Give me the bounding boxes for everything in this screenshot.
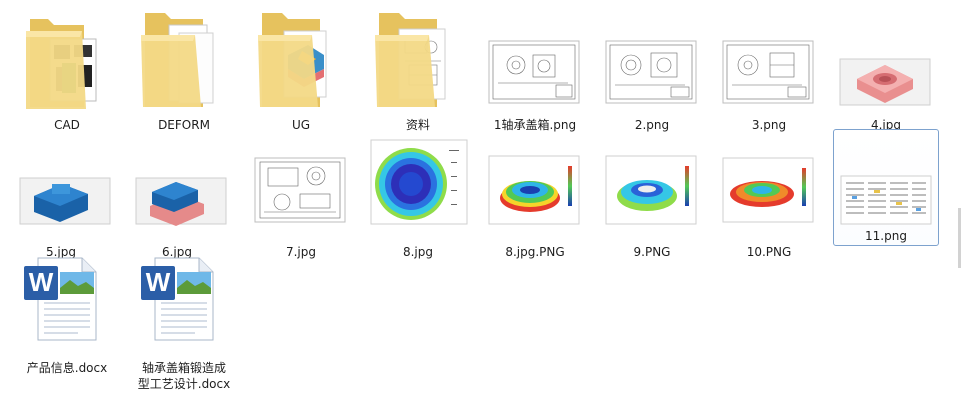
file-item-image-8[interactable]: 8.jpg	[361, 132, 475, 260]
image-thumbnail	[370, 139, 468, 225]
file-item-cad[interactable]: CAD	[10, 5, 124, 133]
file-item-word-1[interactable]: W 产品信息.docx	[10, 248, 124, 376]
file-item-image-3[interactable]: 3.png	[712, 5, 826, 133]
file-label: DEFORM	[158, 118, 210, 132]
file-item-image-6[interactable]: 6.jpg	[120, 132, 234, 260]
file-item-image-1[interactable]: 1轴承盖箱.png	[478, 5, 592, 133]
file-label: 8.jpg	[402, 245, 434, 259]
file-label: 3.png	[751, 118, 787, 132]
file-label: 1轴承盖箱.png	[493, 118, 577, 132]
file-label: 产品信息.docx	[26, 361, 108, 375]
file-item-ziliao[interactable]: 资料	[361, 5, 475, 133]
image-thumbnail	[254, 157, 346, 223]
file-item-image-4[interactable]: 4.jpg	[829, 5, 943, 133]
file-item-image-5[interactable]: 5.jpg	[4, 132, 118, 260]
file-label: 2.png	[634, 118, 670, 132]
image-thumbnail	[722, 157, 814, 223]
image-thumbnail	[135, 177, 227, 226]
file-item-ug[interactable]: UG	[244, 5, 358, 133]
image-thumbnail	[19, 177, 111, 225]
svg-text:W: W	[29, 267, 54, 297]
file-item-image-8png[interactable]: 8.jpg.PNG	[478, 132, 592, 260]
vertical-scrollbar[interactable]	[955, 0, 961, 415]
file-label: UG	[291, 118, 311, 132]
image-thumbnail	[605, 40, 697, 104]
folder-icon	[258, 13, 327, 107]
file-label-line-2: 型工艺设计.docx	[137, 377, 231, 391]
file-label: 8.jpg.PNG	[505, 245, 565, 259]
folder-icon	[141, 13, 214, 107]
image-thumbnail	[605, 155, 697, 225]
file-item-image-10[interactable]: 10.PNG	[712, 132, 826, 260]
file-label: 11.png	[865, 229, 907, 243]
file-label: 10.PNG	[746, 245, 792, 259]
file-item-image-2[interactable]: 2.png	[595, 5, 709, 133]
file-label: CAD	[54, 118, 80, 132]
word-document-icon: W	[24, 257, 97, 341]
svg-text:W: W	[146, 267, 171, 297]
image-thumbnail	[840, 175, 932, 225]
file-item-deform[interactable]: DEFORM	[127, 5, 241, 133]
word-document-icon: W	[141, 257, 214, 341]
image-thumbnail	[488, 40, 580, 104]
file-label: 资料	[405, 118, 430, 132]
image-thumbnail	[722, 40, 814, 104]
file-item-image-7[interactable]: 7.jpg	[244, 132, 358, 260]
file-label: 轴承盖箱锻造成 型工艺设计.docx	[127, 360, 241, 392]
file-item-image-11[interactable]: 11.png	[833, 129, 939, 246]
file-label-line-1: 轴承盖箱锻造成	[141, 361, 226, 375]
image-thumbnail	[839, 58, 931, 106]
file-label: 9.PNG	[633, 245, 671, 259]
file-label: 7.jpg	[285, 245, 317, 259]
folder-icon	[26, 19, 97, 109]
file-item-image-9[interactable]: 9.PNG	[595, 132, 709, 260]
image-thumbnail	[488, 155, 580, 225]
file-item-word-2[interactable]: W 轴承盖箱锻造成 型工艺设计.docx	[127, 248, 241, 391]
folder-icon	[375, 13, 446, 107]
